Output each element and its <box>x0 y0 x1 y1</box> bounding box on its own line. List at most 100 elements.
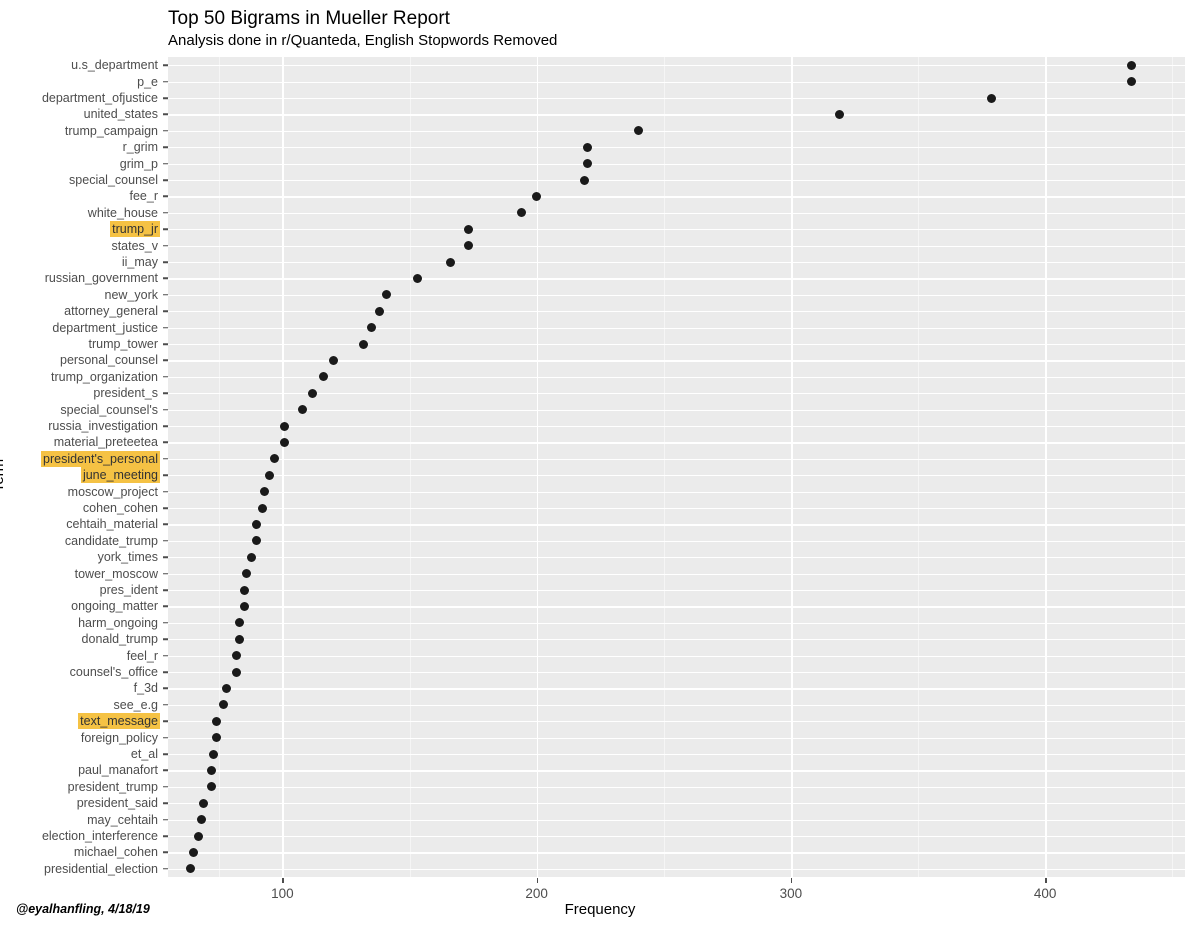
chart-title: Top 50 Bigrams in Mueller Report <box>168 8 450 29</box>
gridline-y <box>168 672 1185 674</box>
y-axis-tick <box>163 64 168 66</box>
y-axis-tick-label: personal_counsel <box>0 352 160 368</box>
data-point <box>445 257 455 267</box>
y-axis-tick <box>163 277 168 280</box>
x-axis-tick-label: 300 <box>779 886 803 901</box>
y-axis-title: Term <box>0 458 8 493</box>
y-axis-tick-label: june_meeting <box>0 467 160 484</box>
y-axis-tick <box>163 654 168 657</box>
data-point <box>280 437 290 447</box>
y-axis-tick-label-text: counsel's_office <box>69 665 158 679</box>
y-axis-tick <box>163 310 168 312</box>
data-point <box>412 273 422 283</box>
y-axis-tick-label-text: grim_p <box>119 156 158 171</box>
y-axis-tick <box>163 736 168 739</box>
data-point <box>188 847 198 857</box>
y-axis-tick-label-text: u.s_department <box>71 58 158 73</box>
gridline-y <box>168 212 1185 214</box>
y-axis-tick-label: michael_cohen <box>0 844 160 860</box>
y-axis-tick <box>163 261 168 263</box>
y-axis-tick-label-text: york_times <box>97 550 158 565</box>
y-axis-tick-label: york_times <box>0 549 160 565</box>
y-axis-tick <box>163 671 168 673</box>
y-axis-tick-label-text: moscow_project <box>67 484 158 499</box>
y-axis-tick-label: foreign_policy <box>0 730 160 746</box>
gridline-y <box>168 327 1185 329</box>
y-axis-tick <box>163 818 168 821</box>
data-point <box>1127 60 1137 70</box>
y-axis-tick-label: paul_manafort <box>0 762 160 778</box>
y-axis-tick-label-text: trump_jr <box>110 221 160 238</box>
y-axis-tick-label-text: special_counsel <box>69 173 158 187</box>
gridline-y <box>168 491 1185 493</box>
data-point <box>206 782 216 792</box>
data-point <box>308 388 318 398</box>
y-axis-tick-label: counsel's_office <box>0 664 160 680</box>
y-axis-tick-label-text: michael_cohen <box>73 845 158 860</box>
gridline-y <box>168 590 1185 592</box>
y-axis-tick-label-text: attorney_general <box>64 304 158 319</box>
y-axis-tick-label: special_counsel's <box>0 402 160 418</box>
y-axis-tick <box>163 458 168 460</box>
y-axis-tick <box>163 704 168 706</box>
y-axis-tick-label-text: united_states <box>83 107 158 122</box>
data-point <box>186 864 196 874</box>
y-axis-tick-label: f_3d <box>0 680 160 696</box>
gridline-y <box>168 294 1185 296</box>
y-axis-tick <box>163 179 168 181</box>
y-axis-tick <box>163 835 168 837</box>
y-axis-tick <box>163 769 168 772</box>
chart-caption: @eyalhanfling, 4/18/19 <box>16 902 150 916</box>
gridline-y <box>168 409 1185 411</box>
data-point <box>366 323 376 333</box>
data-point <box>211 716 221 726</box>
y-axis-tick <box>163 408 168 411</box>
y-axis-tick-label: russian_government <box>0 270 160 286</box>
gridline-y <box>168 754 1185 756</box>
y-axis-tick-label: russia_investigation <box>0 418 160 434</box>
y-axis-tick-label-text: tower_moscow <box>74 566 158 581</box>
y-axis-tick-label: r_grim <box>0 139 160 155</box>
y-axis-tick <box>163 490 168 493</box>
y-axis-tick <box>163 638 168 640</box>
data-point <box>516 208 526 218</box>
gridline-y <box>168 393 1185 395</box>
y-axis-tick-label-text: personal_counsel <box>60 353 158 368</box>
gridline-y <box>168 524 1185 526</box>
data-point <box>239 585 249 595</box>
y-axis-tick-label-text: material_preteetea <box>53 435 158 450</box>
y-axis-tick-label: department_justice <box>0 320 160 336</box>
gridline-y <box>168 245 1185 247</box>
y-axis-tick-label: tower_moscow <box>0 566 160 582</box>
gridline-y <box>168 311 1185 313</box>
y-axis-tick <box>163 343 168 345</box>
data-point <box>242 569 252 579</box>
data-point <box>257 503 267 513</box>
data-point <box>1127 77 1137 87</box>
y-axis-tick-label-text: p_e <box>137 74 158 89</box>
x-axis-title: Frequency <box>564 901 636 918</box>
y-axis-tick-label-text: white_house <box>87 205 158 220</box>
gridline-y <box>168 65 1185 67</box>
chart-root: Top 50 Bigrams in Mueller Report Analysi… <box>0 0 1200 927</box>
y-axis-tick-label: cohen_cohen <box>0 500 160 516</box>
y-axis-tick-label: trump_campaign <box>0 123 160 139</box>
data-point <box>232 667 242 677</box>
y-axis-tick <box>163 474 168 476</box>
y-axis-tick <box>163 359 168 362</box>
gridline-y <box>168 442 1185 444</box>
gridline-y <box>168 622 1185 624</box>
gridline-y <box>168 81 1185 83</box>
y-axis-tick-label-text: president's_personal <box>41 450 160 467</box>
data-point <box>359 339 369 349</box>
y-axis-tick-label: white_house <box>0 205 160 221</box>
y-axis-tick-label-text: trump_tower <box>88 337 158 351</box>
y-axis-tick-label-text: et_al <box>130 747 158 761</box>
y-axis-tick <box>163 572 168 575</box>
y-axis-tick-label: moscow_project <box>0 484 160 500</box>
y-axis-tick <box>163 146 168 148</box>
y-axis-tick-label: pres_ident <box>0 582 160 598</box>
y-axis-tick-label: president_trump <box>0 779 160 795</box>
y-axis-tick-label: feel_r <box>0 648 160 664</box>
y-axis-tick <box>163 786 168 788</box>
